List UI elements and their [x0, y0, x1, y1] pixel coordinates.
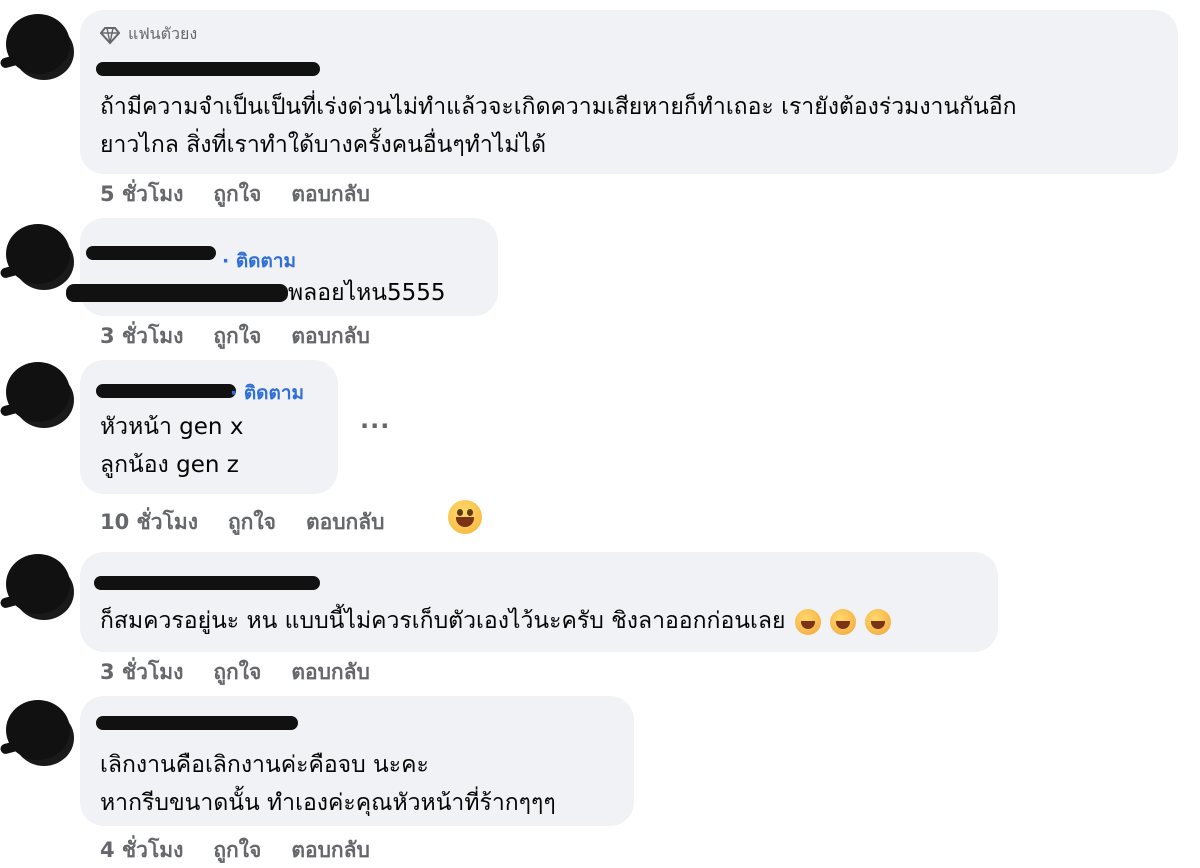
like-button[interactable]: ถูกใจ: [213, 834, 261, 867]
comment-1: แฟนตัวยง ถ้ามีความจำเป็นเป็นที่เร่งด่วนไ…: [0, 0, 1200, 210]
comment-time[interactable]: 5 ชั่วโมง: [100, 178, 183, 211]
top-fan-badge: แฟนตัวยง: [100, 22, 197, 47]
redacted-author-name: [66, 284, 288, 302]
comment-bubble: · ติดตาม หัวหน้า gen x ลูกน้อง gen z: [80, 360, 338, 494]
avatar[interactable]: [6, 14, 70, 74]
avatar[interactable]: [6, 554, 70, 614]
reply-button[interactable]: ตอบกลับ: [291, 178, 370, 211]
redacted-author-name[interactable]: [96, 384, 236, 398]
comment-text-line: หากรีบขนาดนั้น ทำเองค่ะคุณหัวหน้าที่ร้าก…: [100, 790, 556, 816]
comment-text-line: พลอยไหน5555: [288, 280, 446, 306]
like-button[interactable]: ถูกใจ: [213, 656, 261, 689]
like-button[interactable]: ถูกใจ: [213, 178, 261, 211]
redacted-author-name[interactable]: [96, 716, 298, 730]
rolling-laughing-face-icon: [865, 608, 892, 635]
comment-4: ก็สมควรอยู่นะ หน แบบนี้ไม่ควรเก็บตัวเองไ…: [0, 540, 1200, 690]
comment-text-line: ก็สมควรอยู่นะ หน แบบนี้ไม่ควรเก็บตัวเองไ…: [100, 602, 892, 640]
reply-button[interactable]: ตอบกลับ: [291, 656, 370, 689]
comment-time[interactable]: 10 ชั่วโมง: [100, 506, 198, 539]
redacted-author-name[interactable]: [86, 246, 216, 260]
comment-time[interactable]: 3 ชั่วโมง: [100, 656, 183, 689]
rolling-laughing-face-icon: [830, 608, 857, 635]
comment-time[interactable]: 4 ชั่วโมง: [100, 834, 183, 867]
comment-text-line: หัวหน้า gen x: [100, 414, 244, 440]
comment-bubble: · ติดตาม พลอยไหน5555: [66, 218, 498, 316]
grinning-face-reaction-icon[interactable]: [448, 500, 482, 534]
comment-5: เลิกงานคือเลิกงานค่ะคือจบ นะคะ หากรีบขนา…: [0, 690, 1200, 868]
reply-button[interactable]: ตอบกลับ: [306, 506, 385, 539]
reply-button[interactable]: ตอบกลับ: [291, 320, 370, 353]
comment-2: · ติดตาม พลอยไหน5555 3 ชั่วโมง ถูกใจ ตอบ…: [0, 210, 1200, 350]
reply-button[interactable]: ตอบกลับ: [291, 834, 370, 867]
follow-link[interactable]: · ติดตาม: [230, 378, 304, 408]
avatar[interactable]: [6, 224, 70, 284]
comment-text-line: เลิกงานคือเลิกงานค่ะคือจบ นะคะ: [100, 752, 429, 778]
avatar[interactable]: [6, 700, 70, 760]
comment-3: · ติดตาม หัวหน้า gen x ลูกน้อง gen z ···…: [0, 350, 1200, 540]
avatar[interactable]: [6, 362, 70, 422]
comment-bubble: แฟนตัวยง ถ้ามีความจำเป็นเป็นที่เร่งด่วนไ…: [80, 10, 1178, 174]
comment-bubble: เลิกงานคือเลิกงานค่ะคือจบ นะคะ หากรีบขนา…: [80, 696, 634, 826]
follow-link[interactable]: · ติดตาม: [222, 246, 296, 276]
redacted-author-name[interactable]: [94, 576, 320, 590]
badge-label: แฟนตัวยง: [128, 24, 198, 43]
redacted-author-name[interactable]: [96, 62, 320, 76]
comment-time[interactable]: 3 ชั่วโมง: [100, 320, 183, 353]
comment-text-line: ลูกน้อง gen z: [100, 452, 239, 478]
more-options-button[interactable]: ···: [360, 412, 390, 440]
comment-bubble: ก็สมควรอยู่นะ หน แบบนี้ไม่ควรเก็บตัวเองไ…: [80, 552, 998, 652]
like-button[interactable]: ถูกใจ: [213, 320, 261, 353]
comment-text-line: ยาวไกล สิ่งที่เราทำใด้บางครั้งคนอื่นๆทำไ…: [100, 132, 547, 158]
like-button[interactable]: ถูกใจ: [228, 506, 276, 539]
comment-text-line: ถ้ามีความจำเป็นเป็นที่เร่งด่วนไม่ทำแล้วจ…: [100, 94, 1017, 120]
rolling-laughing-face-icon: [794, 608, 821, 635]
comment-text: ก็สมควรอยู่นะ หน แบบนี้ไม่ควรเก็บตัวเองไ…: [100, 608, 786, 634]
diamond-icon: [100, 26, 120, 44]
